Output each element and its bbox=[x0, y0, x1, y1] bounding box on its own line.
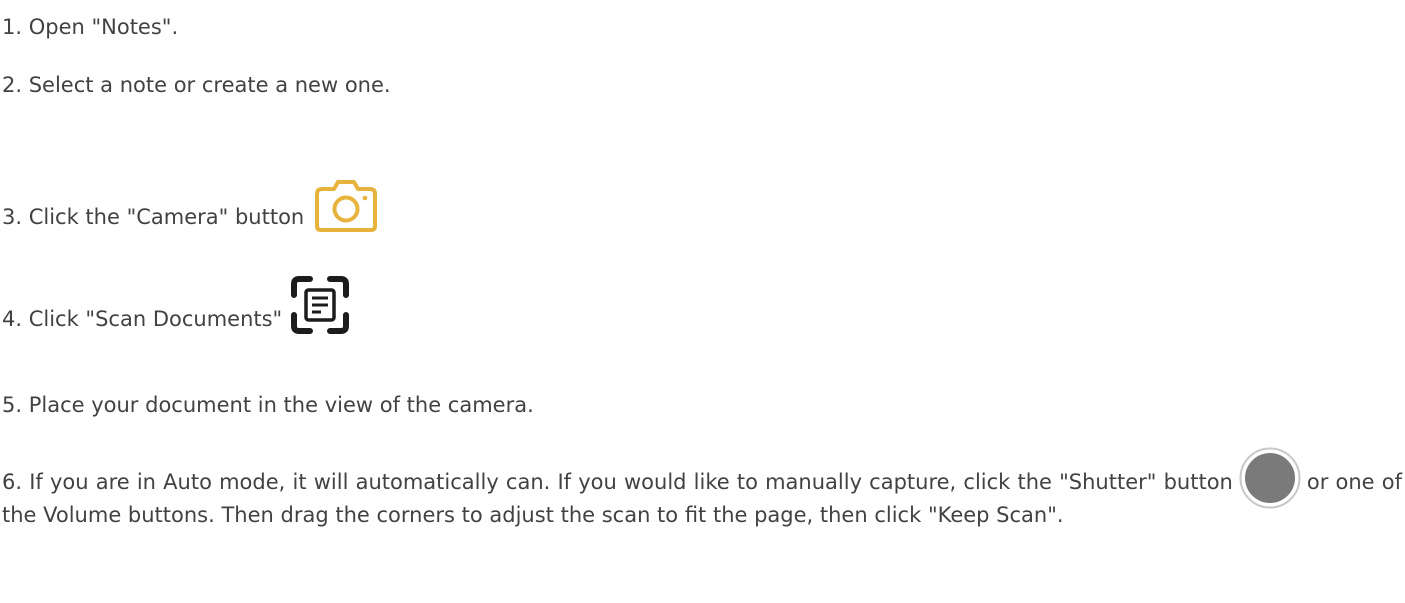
step-3: 3. Click the "Camera" button bbox=[2, 179, 378, 233]
scan-document-icon bbox=[291, 276, 350, 334]
step-2-text: 2. Select a note or create a new one. bbox=[2, 73, 391, 97]
step-6-text-before: 6. If you are in Auto mode, it will auto… bbox=[2, 470, 1233, 494]
step-4-text: 4. Click "Scan Documents" bbox=[2, 307, 283, 331]
step-3-text: 3. Click the "Camera" button bbox=[2, 205, 305, 229]
step-5: 5. Place your document in the view of th… bbox=[2, 389, 534, 421]
camera-icon bbox=[315, 180, 378, 232]
step-1: 1. Open "Notes". bbox=[2, 11, 178, 43]
step-4: 4. Click "Scan Documents" bbox=[2, 275, 350, 335]
step-2: 2. Select a note or create a new one. bbox=[2, 69, 391, 101]
step-6: 6. If you are in Auto mode, it will auto… bbox=[2, 447, 1402, 532]
shutter-icon bbox=[1239, 447, 1301, 509]
step-5-text: 5. Place your document in the view of th… bbox=[2, 393, 534, 417]
step-1-text: 1. Open "Notes". bbox=[2, 15, 179, 39]
